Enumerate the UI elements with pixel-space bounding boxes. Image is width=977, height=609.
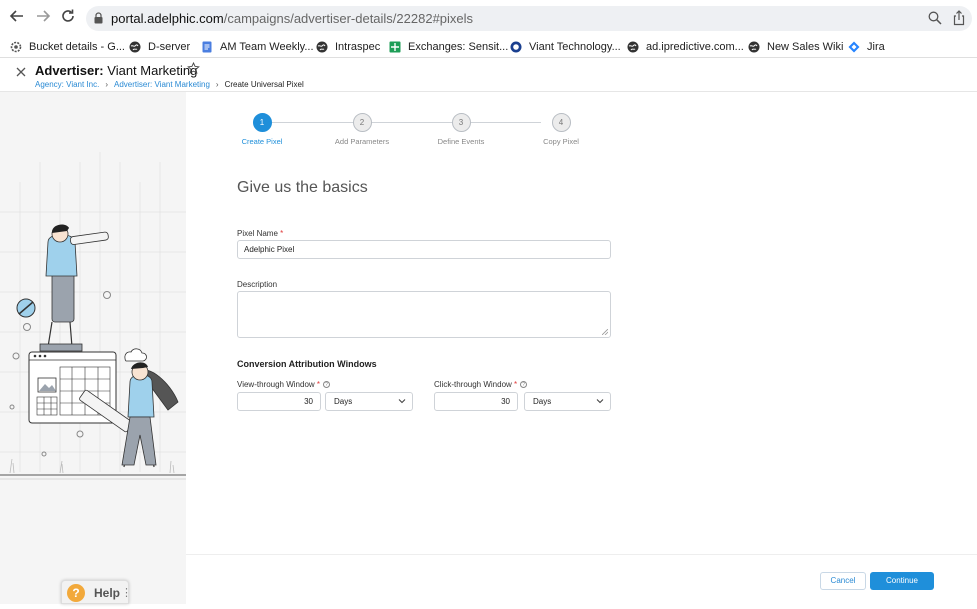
bookmark-bucket-details[interactable]: Bucket details - G... [10, 39, 125, 55]
selected-value: Days [533, 397, 552, 406]
click-through-input[interactable]: 30 [434, 392, 518, 411]
view-through-unit-select[interactable]: Days [325, 392, 413, 411]
stepper: 1 Create Pixel 2 Add Parameters 3 Define… [226, 111, 586, 151]
reload-icon[interactable] [58, 8, 78, 28]
view-through-input[interactable]: 30 [237, 392, 321, 411]
required-mark: * [514, 380, 518, 389]
continue-button[interactable]: Continue [870, 572, 934, 590]
pixel-name-input[interactable] [237, 240, 611, 259]
step-label: Add Parameters [334, 137, 390, 146]
step-add-parameters[interactable]: 2 Add Parameters [317, 113, 407, 146]
back-arrow-icon[interactable] [7, 8, 27, 28]
globe-icon [627, 41, 639, 53]
click-through-label: Click-through Window *? [434, 380, 528, 389]
chevron-down-icon [596, 399, 604, 404]
breadcrumb-agency[interactable]: Agency: Viant Inc. [35, 80, 99, 89]
breadcrumb-chevron-icon: › [105, 80, 109, 89]
people-illustration [0, 152, 186, 480]
docs-icon [202, 41, 212, 53]
bookmark-intraspec[interactable]: Intraspec [316, 39, 380, 55]
step-number: 1 [252, 113, 272, 132]
share-icon[interactable] [952, 10, 966, 26]
step-number: 4 [551, 113, 571, 132]
step-label: Define Events [437, 137, 485, 146]
help-label: Help [94, 586, 121, 600]
help-widget[interactable]: ? Help ⋮ [61, 580, 132, 604]
main-content: 1 Create Pixel 2 Add Parameters 3 Define… [186, 92, 977, 604]
jira-icon [848, 41, 860, 53]
breadcrumb-advertiser[interactable]: Advertiser: Viant Marketing [114, 80, 210, 89]
sheets-icon [389, 41, 401, 53]
pixel-name-label: Pixel Name * [237, 229, 284, 238]
bookmark-viant-technology[interactable]: Viant Technology... [510, 39, 621, 55]
cancel-button[interactable]: Cancel [820, 572, 866, 590]
description-value [238, 292, 610, 300]
browser-toolbar: portal.adelphic.com/campaigns/advertiser… [0, 0, 977, 36]
bookmark-am-team-weekly[interactable]: AM Team Weekly... [201, 39, 314, 55]
bookmarks-bar: Bucket details - G... D-server AM Team W… [0, 36, 977, 58]
drag-handle-icon[interactable]: ⋮ [121, 586, 132, 599]
bookmark-jira[interactable]: Jira [848, 39, 885, 55]
form-footer: Cancel Continue [186, 554, 977, 604]
forward-arrow-icon[interactable] [33, 8, 53, 28]
bookmark-d-server[interactable]: D-server [129, 39, 190, 55]
step-define-events[interactable]: 3 Define Events [416, 113, 506, 146]
url-text: portal.adelphic.com/campaigns/advertiser… [111, 11, 474, 26]
form-title: Give us the basics [237, 179, 368, 196]
chevron-down-icon [398, 399, 406, 404]
favorite-star-icon[interactable] [187, 61, 200, 78]
globe-icon [129, 41, 141, 53]
bookmark-new-sales-wiki[interactable]: New Sales Wiki [748, 39, 843, 55]
help-circle-icon[interactable]: ? [323, 381, 331, 388]
description-label: Description [237, 280, 278, 289]
illustration-panel [0, 92, 186, 604]
globe-icon [316, 41, 328, 53]
view-through-label: View-through Window *? [237, 380, 331, 389]
bookmark-ipredictive[interactable]: ad.ipredictive.com... [627, 39, 744, 55]
step-create-pixel[interactable]: 1 Create Pixel [217, 113, 307, 146]
step-label: Create Pixel [241, 137, 283, 146]
step-copy-pixel[interactable]: 4 Copy Pixel [516, 113, 606, 146]
selected-value: Days [334, 397, 353, 406]
breadcrumb-current: Create Universal Pixel [224, 80, 304, 89]
app-header: Advertiser: Viant Marketing Agency: Vian… [0, 58, 977, 92]
bookmark-exchanges[interactable]: Exchanges: Sensit... [389, 39, 508, 55]
breadcrumb: Agency: Viant Inc. › Advertiser: Viant M… [35, 80, 304, 89]
zoom-icon[interactable] [928, 11, 942, 25]
required-mark: * [280, 229, 284, 238]
help-circle-icon[interactable]: ? [520, 381, 528, 388]
close-icon[interactable] [16, 64, 26, 80]
viant-icon [510, 41, 522, 53]
required-mark: * [316, 380, 321, 389]
resize-handle-icon[interactable] [602, 329, 608, 335]
page-title: Advertiser: Viant Marketing [35, 63, 198, 78]
breadcrumb-chevron-icon: › [215, 80, 219, 89]
lock-icon [94, 12, 103, 24]
gear-icon [10, 41, 22, 53]
click-through-unit-select[interactable]: Days [524, 392, 611, 411]
help-question-icon: ? [67, 584, 85, 602]
description-textarea[interactable] [237, 291, 611, 338]
step-label: Copy Pixel [543, 137, 579, 146]
step-number: 3 [451, 113, 471, 132]
conversion-windows-title: Conversion Attribution Windows [237, 359, 377, 369]
globe-icon [748, 41, 760, 53]
step-number: 2 [352, 113, 372, 132]
address-bar[interactable]: portal.adelphic.com/campaigns/advertiser… [86, 6, 972, 31]
